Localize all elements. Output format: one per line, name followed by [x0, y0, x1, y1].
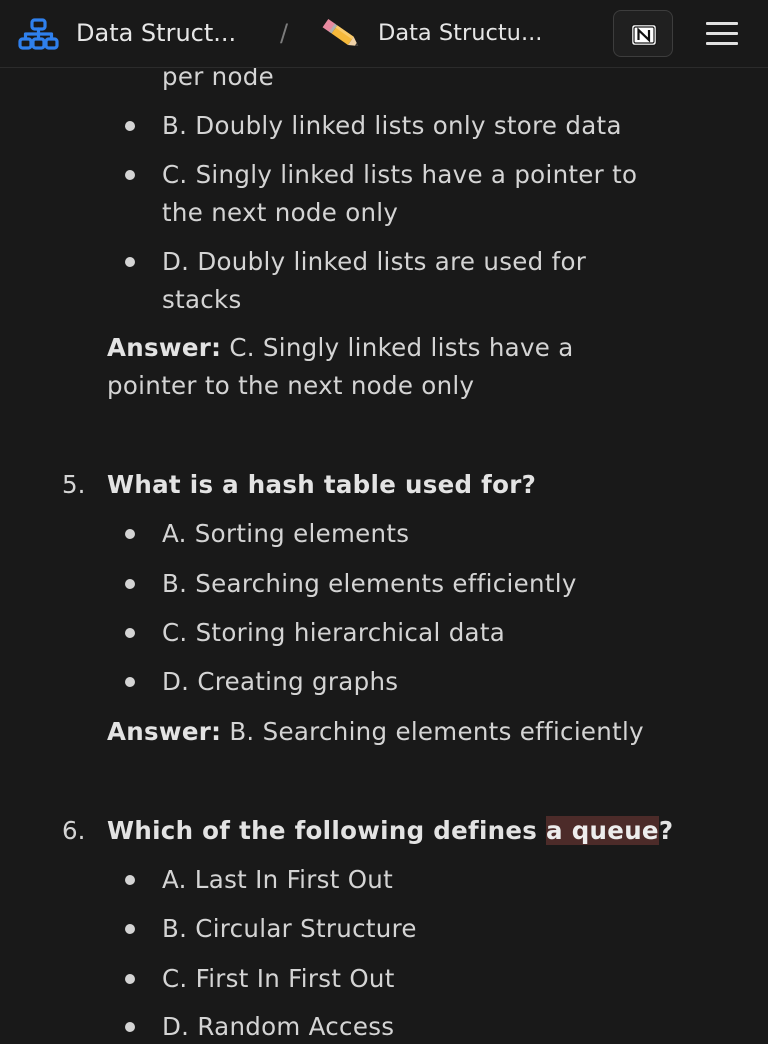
q6-option-a: A. Last In First Out [162, 865, 394, 894]
q6-question-end: ? [658, 816, 674, 845]
notion-logo-icon [630, 23, 658, 47]
bullet [125, 579, 135, 589]
bullet [125, 628, 135, 638]
q5-option-c: C. Storing hierarchical data [162, 618, 506, 647]
hierarchy-icon[interactable] [18, 17, 60, 51]
breadcrumb-page[interactable]: Data Structu... [378, 16, 542, 50]
q6-highlighted-text[interactable]: a queue [546, 816, 659, 845]
bullet [125, 121, 135, 131]
bullet [125, 974, 135, 984]
breadcrumb-workspace[interactable]: Data Struct... [76, 16, 236, 50]
q4-option-d-line2: stacks [162, 285, 242, 314]
pencil-emoji-icon[interactable] [318, 16, 364, 52]
open-in-notion-button[interactable] [613, 10, 673, 57]
bullet [125, 677, 135, 687]
q4-option-d-line1: D. Doubly linked lists are used for [162, 247, 587, 276]
bullet [125, 170, 135, 180]
bullet [125, 924, 135, 934]
q5-answer: Answer: B. Searching elements efficientl… [107, 715, 644, 749]
q6-option-b: B. Circular Structure [162, 914, 417, 943]
q4-answer-text: C. Singly linked lists have a [229, 333, 574, 362]
bullet [125, 529, 135, 539]
q6-number: 6. [62, 816, 86, 845]
q6-question-text: Which of the following defines [107, 816, 547, 845]
q4-answer-line2: pointer to the next node only [107, 371, 475, 400]
q4-option-b: B. Doubly linked lists only store data [162, 111, 622, 140]
q6-option-c: C. First In First Out [162, 964, 395, 993]
q4-option-c-line1: C. Singly linked lists have a pointer to [162, 160, 638, 189]
bullet [125, 875, 135, 885]
q5-answer-text: B. Searching elements efficiently [229, 717, 644, 746]
answer-label: Answer: [107, 333, 222, 362]
bullet [125, 257, 135, 267]
q5-option-b: B. Searching elements efficiently [162, 569, 577, 598]
q5-number: 5. [62, 470, 86, 499]
q5-option-d: D. Creating graphs [162, 667, 399, 696]
page-content: per node B. Doubly linked lists only sto… [0, 0, 768, 1041]
q6-question: Which of the following defines a queue? [107, 814, 673, 848]
hamburger-menu-icon[interactable] [704, 20, 740, 48]
q5-option-a: A. Sorting elements [162, 519, 410, 548]
q6-option-d: D. Random Access [162, 1012, 395, 1041]
top-navigation-bar: Data Struct... / Data Structu... [0, 0, 768, 68]
q5-question: What is a hash table used for? [107, 470, 537, 499]
q4-option-c-line2: the next node only [162, 198, 399, 227]
q4-answer-line1: Answer: C. Singly linked lists have a [107, 331, 574, 365]
breadcrumb-separator: / [280, 19, 289, 47]
answer-label: Answer: [107, 717, 222, 746]
